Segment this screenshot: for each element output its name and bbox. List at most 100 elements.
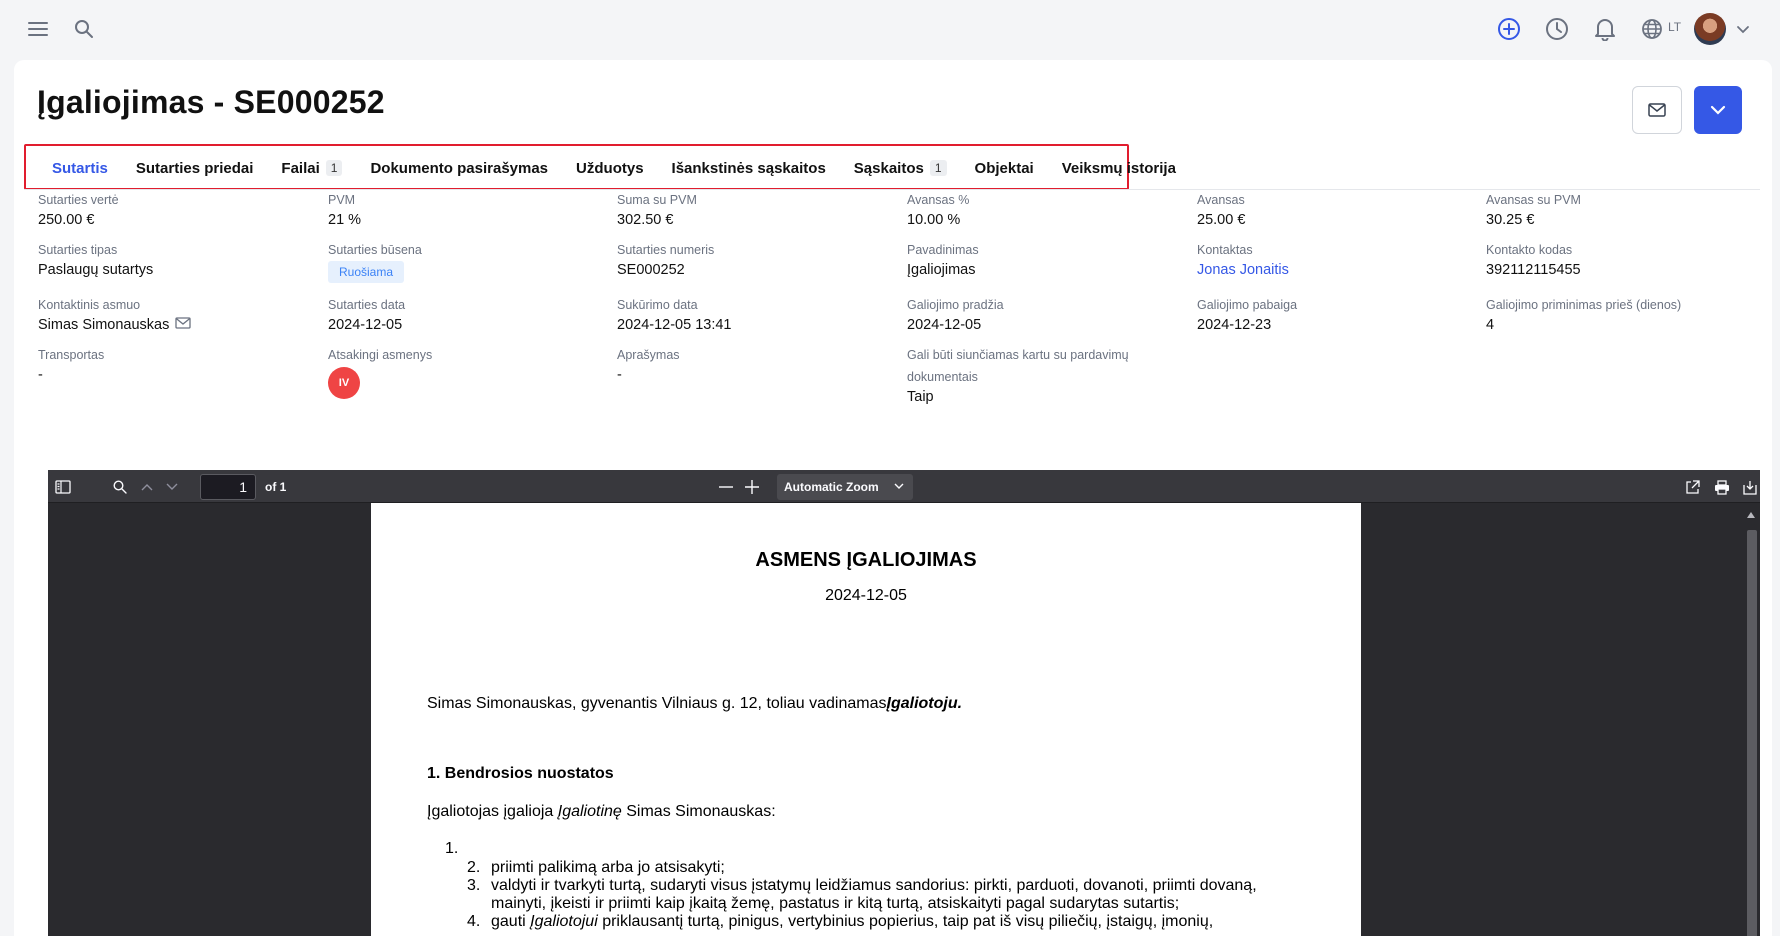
tab-veiksmu-istorija[interactable]: Veiksmų istorija <box>1048 150 1190 186</box>
field-label: Sutarties numeris <box>617 243 715 257</box>
contact-person-name: Simas Simonauskas <box>38 317 170 333</box>
list-item-emphasis: Įgaliotojui <box>530 913 598 930</box>
field-transport: Transportas - <box>38 347 104 384</box>
print-icon[interactable] <box>1710 475 1734 499</box>
plus-circle-icon[interactable] <box>1495 15 1523 43</box>
field-label: Avansas <box>1197 193 1245 207</box>
clock-icon[interactable] <box>1543 15 1571 43</box>
field-label: Kontakto kodas <box>1486 243 1573 257</box>
previous-page-icon[interactable] <box>135 475 159 499</box>
field-contract-type: Sutarties tipas Paslaugų sutartys <box>38 242 153 279</box>
bell-icon[interactable] <box>1591 15 1619 43</box>
paragraph-text: Simas Simonauskas, gyvenantis Vilniaus g… <box>427 695 887 712</box>
user-avatar[interactable] <box>1694 13 1726 45</box>
tab-uzduotys[interactable]: Užduotys <box>562 150 658 186</box>
responsible-avatar[interactable]: IV <box>328 367 360 399</box>
field-contact: Kontaktas Jonas Jonaitis <box>1197 242 1289 279</box>
intro-emphasis: Įgaliotinę <box>557 803 622 820</box>
chevron-down-icon[interactable] <box>1729 15 1757 43</box>
field-label: Kontaktinis asmuo <box>38 298 141 312</box>
document-date: 2024-12-05 <box>825 587 907 604</box>
document-list: 2. priimti palikimą arba jo atsisakyti; 3… <box>467 859 1287 931</box>
tab-label: Sąskaitos <box>853 159 924 177</box>
download-icon[interactable] <box>1738 475 1762 499</box>
email-button[interactable] <box>1632 86 1682 134</box>
tab-label: Failai <box>281 159 320 177</box>
zoom-select-value: Automatic Zoom <box>784 480 879 494</box>
language-label[interactable]: LT <box>1668 20 1681 34</box>
section-intro: Įgaliotojas įgalioja Įgaliotinę Simas Si… <box>427 803 776 821</box>
mail-icon <box>1648 103 1666 117</box>
tab-bar: Sutartis Sutarties priedai Failai 1 Dokum… <box>38 150 1190 186</box>
document-paragraph: Simas Simonauskas, gyvenantis Vilniaus g… <box>427 695 962 713</box>
field-valid-to: Galiojimo pabaiga 2024-12-23 <box>1197 297 1297 334</box>
section-heading: 1. Bendrosios nuostatos <box>427 765 614 782</box>
next-page-icon[interactable] <box>160 475 184 499</box>
field-value: 2024-12-05 13:41 <box>617 317 732 333</box>
chevron-down-icon <box>894 483 904 489</box>
field-label: Kontaktas <box>1197 243 1253 257</box>
field-value: Paslaugų sutartys <box>38 262 154 278</box>
field-value: 10.00 % <box>907 212 961 228</box>
field-advance: Avansas 25.00 € <box>1197 192 1245 229</box>
field-label: Sutarties tipas <box>38 243 118 257</box>
list-item-number: 4. <box>467 913 481 930</box>
chevron-down-icon <box>1710 105 1726 115</box>
contact-link[interactable]: Jonas Jonaitis <box>1197 261 1289 279</box>
tab-isankstines-saskaitos[interactable]: Išankstinės sąskaitos <box>658 150 840 186</box>
field-value: SE000252 <box>617 262 685 278</box>
field-label: Galiojimo pradžia <box>907 298 1004 312</box>
open-external-icon[interactable] <box>1680 475 1704 499</box>
field-label: Sutarties būsena <box>328 243 422 257</box>
tab-failai[interactable]: Failai 1 <box>267 150 356 186</box>
field-valid-from: Galiojimo pradžia 2024-12-05 <box>907 297 1004 334</box>
globe-icon[interactable] <box>1638 15 1666 43</box>
field-vat: PVM 21 % <box>328 192 361 229</box>
list-item-text: priklausantį turtą, pinigus, vertybinius… <box>597 913 1214 930</box>
field-label: Sukūrimo data <box>617 298 698 312</box>
list-item-number: 2. <box>467 859 481 876</box>
sidebar-toggle-icon[interactable] <box>51 475 75 499</box>
pdf-viewer: of 1 Automatic Zoom <box>48 470 1760 936</box>
tab-sutarties-priedai[interactable]: Sutarties priedai <box>122 150 268 186</box>
search-icon[interactable] <box>70 15 98 43</box>
tab-saskaitos[interactable]: Sąskaitos 1 <box>840 150 961 186</box>
status-badge: Ruošiama <box>328 261 405 283</box>
paragraph-emphasis: Įgaliotoju. <box>886 695 963 712</box>
page-count: of 1 <box>265 480 287 494</box>
field-value: 21 % <box>328 212 362 228</box>
field-label: Avansas % <box>907 193 970 207</box>
tab-sutartis[interactable]: Sutartis <box>38 150 122 186</box>
field-label: Gali būti siunčiamas kartu su pardavimų <box>907 348 1129 362</box>
tab-dokumento-pasirasymas[interactable]: Dokumento pasirašymas <box>356 150 562 186</box>
zoom-select[interactable]: Automatic Zoom <box>777 474 913 500</box>
zoom-in-icon[interactable] <box>740 475 764 499</box>
field-value: 250.00 € <box>38 212 95 228</box>
tab-label: Dokumento pasirašymas <box>370 159 549 177</box>
tabs-divider <box>24 189 1760 190</box>
zoom-out-icon[interactable] <box>714 475 738 499</box>
field-label: Suma su PVM <box>617 193 697 207</box>
scroll-up-icon[interactable] <box>1746 506 1756 524</box>
field-label: Atsakingi asmenys <box>328 348 433 362</box>
scrollbar-thumb[interactable] <box>1747 530 1757 936</box>
field-value: 392112115455 <box>1486 262 1581 278</box>
tab-objektai[interactable]: Objektai <box>961 150 1048 186</box>
tab-count-badge: 1 <box>325 160 343 176</box>
list-item: 2. priimti palikimą arba jo atsisakyti; <box>467 859 1287 877</box>
page-number-input[interactable] <box>200 474 256 500</box>
field-value: Įgaliojimas <box>907 262 976 278</box>
tab-label: Išankstinės sąskaitos <box>671 159 826 177</box>
search-icon[interactable] <box>108 475 132 499</box>
field-label: Galiojimo pabaiga <box>1197 298 1298 312</box>
actions-dropdown-button[interactable] <box>1694 86 1742 134</box>
hamburger-menu-icon[interactable] <box>24 15 52 43</box>
tab-label: Objektai <box>974 159 1034 177</box>
top-bar: LT <box>0 0 1780 58</box>
field-value: Taip <box>907 389 934 405</box>
list-item-text: gauti <box>491 913 531 930</box>
list-item: 4. gauti Įgaliotojui priklausantį turtą, … <box>467 913 1287 931</box>
mail-icon[interactable] <box>175 316 192 334</box>
field-label: Sutarties vertė <box>38 193 119 207</box>
field-label: dokumentais <box>907 370 978 384</box>
